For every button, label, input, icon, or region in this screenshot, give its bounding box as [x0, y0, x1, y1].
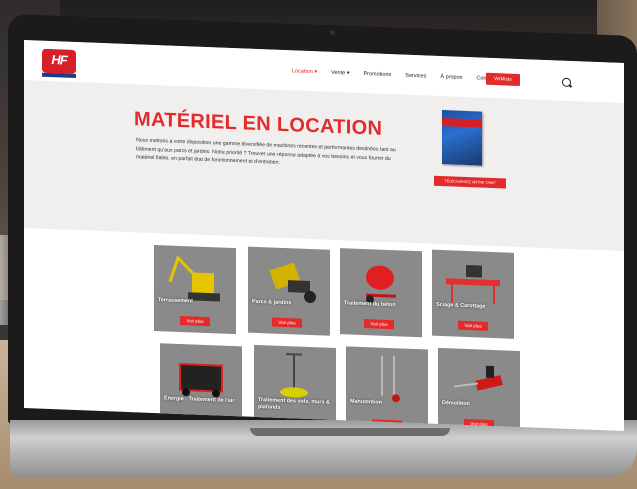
- see-more-button[interactable]: Voir plus: [364, 319, 394, 330]
- category-card-parcs-jardins[interactable]: Parcs & jardins Voir plus: [248, 246, 330, 336]
- menu-item-services[interactable]: Services: [405, 73, 426, 80]
- laptop-screen: HF Location ▾ Vente ▾ Promotions Service…: [24, 40, 624, 432]
- menu-item-vente[interactable]: Vente ▾: [331, 70, 349, 77]
- see-more-button[interactable]: Voir plus: [180, 315, 210, 327]
- page-title: MATÉRIEL EN LOCATION: [134, 108, 383, 140]
- hero-section: MATÉRIEL EN LOCATION Nous mettons à votr…: [24, 80, 624, 252]
- menu-item-location[interactable]: Location ▾: [292, 68, 317, 75]
- site-logo[interactable]: HF: [42, 48, 76, 74]
- wood-chipper-image: [269, 262, 316, 303]
- see-more-button[interactable]: Voir plus: [458, 320, 488, 331]
- menu-item-a-propos[interactable]: À propos: [440, 74, 462, 81]
- category-card-terrassement[interactable]: Terrassement Voir plus: [154, 244, 236, 335]
- concrete-mixer-image: [366, 265, 396, 304]
- hero-description: Nous mettons à votre disposition une gam…: [136, 137, 396, 167]
- excavator-image: [168, 255, 220, 302]
- logo-underline: [42, 72, 76, 78]
- category-label: Traitement des sols, murs & plafonds: [258, 396, 330, 411]
- menu-item-promotions[interactable]: Promotions: [363, 71, 391, 78]
- generator-image: [179, 362, 223, 398]
- catalog-band: [442, 118, 482, 128]
- category-card-manutention[interactable]: Manutention Voir plus: [346, 346, 428, 432]
- search-icon[interactable]: [562, 77, 571, 88]
- tile-saw-image: [446, 264, 500, 305]
- category-card-sciage-carottage[interactable]: Sciage & Carottage Voir plus: [432, 249, 514, 339]
- hand-truck-image: [381, 355, 400, 403]
- category-card-demolition[interactable]: Démolition Voir plus: [438, 347, 520, 432]
- catalog-cover[interactable]: [442, 110, 482, 166]
- see-more-button[interactable]: Voir plus: [272, 317, 302, 328]
- laptop-camera: [330, 30, 335, 35]
- download-catalog-button[interactable]: TÉLÉCHARGEZ NOTRE TARIF: [434, 175, 506, 189]
- jackhammer-image: [453, 365, 503, 391]
- header-cta-button[interactable]: Wrklists: [486, 72, 520, 87]
- category-card-traitement-beton[interactable]: Traitement du béton Voir plus: [340, 248, 422, 338]
- main-menu: Location ▾ Vente ▾ Promotions Services À…: [292, 68, 495, 82]
- floor-machine-image: [280, 353, 308, 398]
- laptop-groove: [250, 428, 450, 436]
